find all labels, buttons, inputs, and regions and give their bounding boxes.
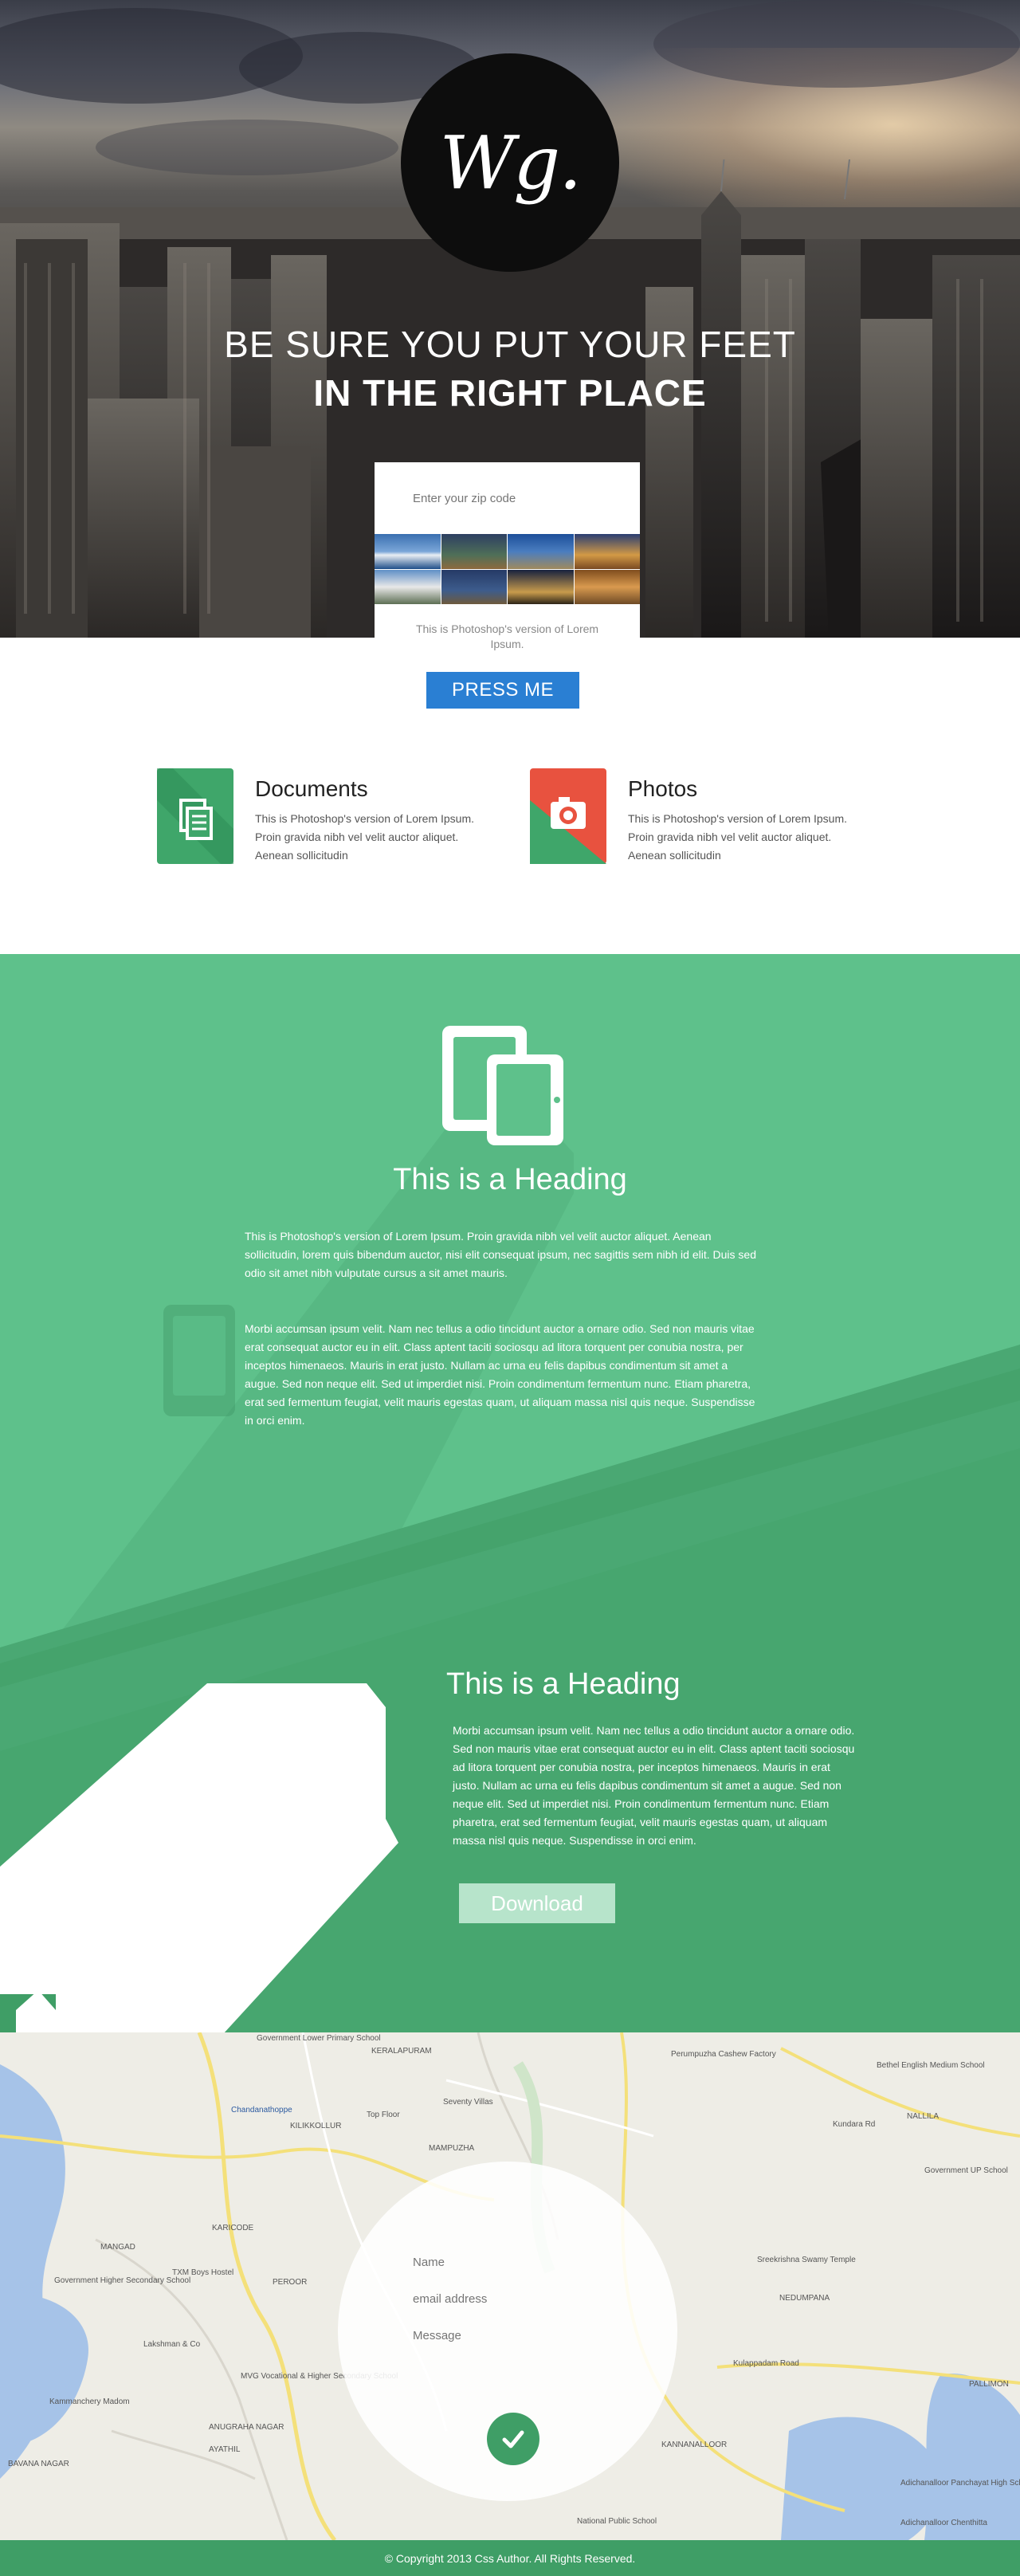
message-input[interactable] (406, 2321, 598, 2350)
footer: © Copyright 2013 Css Author. All Rights … (0, 2540, 1020, 2576)
section-paragraph-1: This is Photoshop's version of Lorem Ips… (245, 1230, 756, 1279)
hero-headline-light: BE SURE YOU PUT YOUR FEET (224, 324, 796, 365)
zip-code-input[interactable] (375, 462, 640, 534)
map-label: Bethel English Medium School (877, 2061, 985, 2070)
map-label: Top Floor (367, 2111, 400, 2119)
checkmark-icon (502, 2430, 524, 2448)
map-label: KILIKKOLLUR (290, 2122, 342, 2130)
thumbnail-landmark-3[interactable] (508, 534, 574, 569)
thumbnail-landmark-6[interactable] (441, 569, 507, 604)
hand-phone-illustration (0, 1683, 398, 2032)
camera-icon (530, 768, 606, 864)
map-label: Adichanalloor Chenthitta (900, 2519, 987, 2527)
thumbnail-opera-house[interactable] (375, 534, 441, 569)
feature-text: This is Photoshop's version of Lorem Ips… (628, 812, 848, 862)
download-button[interactable]: Download (459, 1883, 615, 1923)
map-label: MAMPUZHA (429, 2144, 475, 2153)
thumbnail-pyramids[interactable] (574, 569, 640, 604)
thumbnail-taj-mahal[interactable] (375, 569, 441, 604)
logo-text: Wg. (439, 120, 583, 206)
map-label: National Public School (577, 2517, 657, 2526)
green-features-section: This is a Heading This is Photoshop's ve… (0, 954, 1020, 2032)
feature-text: This is Photoshop's version of Lorem Ips… (255, 812, 475, 862)
zip-caption: This is Photoshop's version of Lorem Ips… (415, 622, 599, 650)
map-label: Kundara Rd (833, 2120, 876, 2129)
thumbnail-landmark-7[interactable] (508, 569, 574, 604)
map-label: Perumpuzha Cashew Factory (671, 2050, 776, 2059)
landing-page: Wg. BE SURE YOU PUT YOUR FEET IN THE RIG… (0, 0, 1020, 2576)
feature-title: Documents (255, 776, 368, 801)
map-label: Sreekrishna Swamy Temple (757, 2256, 856, 2264)
map-label: Lakshman & Co (143, 2340, 201, 2349)
map-label: NEDUMPANA (779, 2294, 830, 2303)
map-label: Government UP School (924, 2166, 1008, 2175)
copyright-text: © Copyright 2013 Css Author. All Rights … (384, 2551, 636, 2565)
map-label: Adichanalloor Panchayat High School (900, 2479, 1020, 2488)
tablet-phone-icon (442, 1026, 563, 1145)
thumbnail-landmark-2[interactable] (441, 534, 507, 569)
section-heading-2: This is a Heading (446, 1667, 681, 1701)
map-label: PALLIMON (969, 2380, 1009, 2389)
email-input[interactable] (406, 2284, 598, 2313)
map-label: Government Lower Primary School (257, 2034, 381, 2043)
logo[interactable]: Wg. (401, 53, 619, 272)
map-label: MANGAD (100, 2243, 135, 2252)
map-label: Kulappadam Road (733, 2359, 799, 2368)
map-label: AYATHIL (209, 2445, 241, 2454)
map-label: KANNANALLOOR (661, 2441, 728, 2449)
section-paragraph-2: Morbi accumsan ipsum velit. Nam nec tell… (245, 1322, 755, 1427)
documents-icon (157, 768, 233, 864)
press-me-button[interactable]: PRESS ME (426, 672, 579, 709)
map-label: PEROOR (273, 2278, 308, 2287)
thumbnail-colosseum[interactable] (574, 534, 640, 569)
section-heading: This is a Heading (393, 1163, 627, 1196)
map-label: ANUGRAHA NAGAR (209, 2423, 284, 2432)
zip-search-card: This is Photoshop's version of Lorem Ips… (375, 462, 640, 650)
map-label: NALLILA (907, 2112, 940, 2121)
map-label: Seventy Villas (443, 2098, 493, 2107)
map-label: Government Higher Secondary School (54, 2276, 191, 2285)
hero-headline-bold: IN THE RIGHT PLACE (313, 372, 707, 414)
map-label: Chandanathoppe (231, 2106, 292, 2115)
map-label: Kammanchery Madom (49, 2397, 130, 2406)
map-label: KERALAPURAM (371, 2047, 432, 2056)
name-input[interactable] (406, 2248, 598, 2276)
destination-thumbnails (375, 534, 640, 604)
section-paragraph-3: Morbi accumsan ipsum velit. Nam nec tell… (453, 1724, 855, 1847)
map-label: KARICODE (212, 2224, 254, 2232)
feature-title: Photos (628, 776, 698, 801)
map-label: BAVANA NAGAR (8, 2460, 69, 2468)
submit-button[interactable] (487, 2413, 539, 2465)
